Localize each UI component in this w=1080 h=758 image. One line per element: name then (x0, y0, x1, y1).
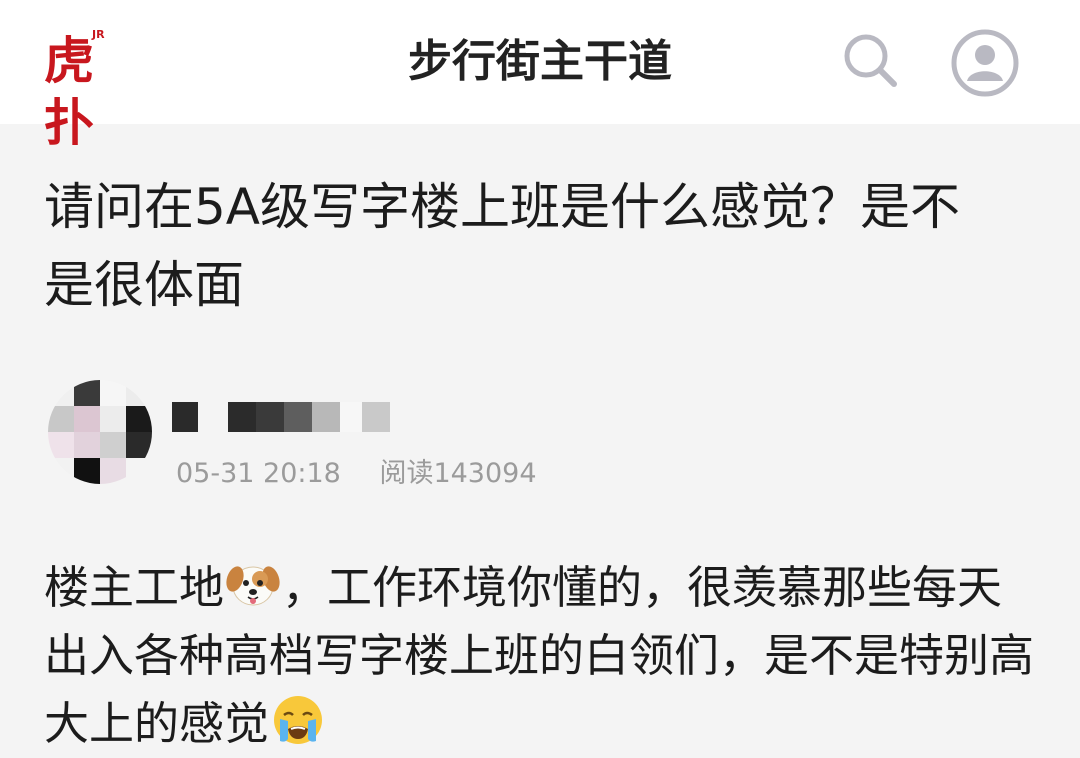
post-meta: 05-31 20:18 阅读143094 (176, 454, 567, 494)
author-name-blurred[interactable] (172, 402, 390, 432)
top-navigation-bar: 虎扑 JR 步行街主干道 (0, 0, 1080, 152)
crying-face-emoji (274, 696, 323, 744)
author-avatar[interactable] (48, 380, 152, 484)
profile-button[interactable] (950, 28, 1019, 97)
search-icon (844, 34, 897, 87)
logo-badge: JR (92, 28, 105, 41)
post-body: 楼主工地 ，工作环境你懂的，很羡慕那些每天出入各种高档写字楼上班的白领们，是不是… (44, 554, 1044, 758)
channel-title: 步行街主干道 (408, 36, 672, 87)
user-avatar-icon (951, 29, 1019, 97)
hupu-logo[interactable]: 虎扑 JR (44, 28, 126, 152)
post-time: 05-31 20:18 (176, 458, 341, 489)
logo-text: 虎扑 (44, 31, 94, 152)
search-button[interactable] (838, 28, 902, 92)
body-text-part1: 楼主工地 (44, 561, 225, 614)
post-title: 请问在5A级写字楼上班是什么感觉？是不是很体面 (44, 178, 961, 314)
view-count: 阅读143094 (379, 458, 537, 489)
dog-face-emoji (226, 566, 280, 606)
